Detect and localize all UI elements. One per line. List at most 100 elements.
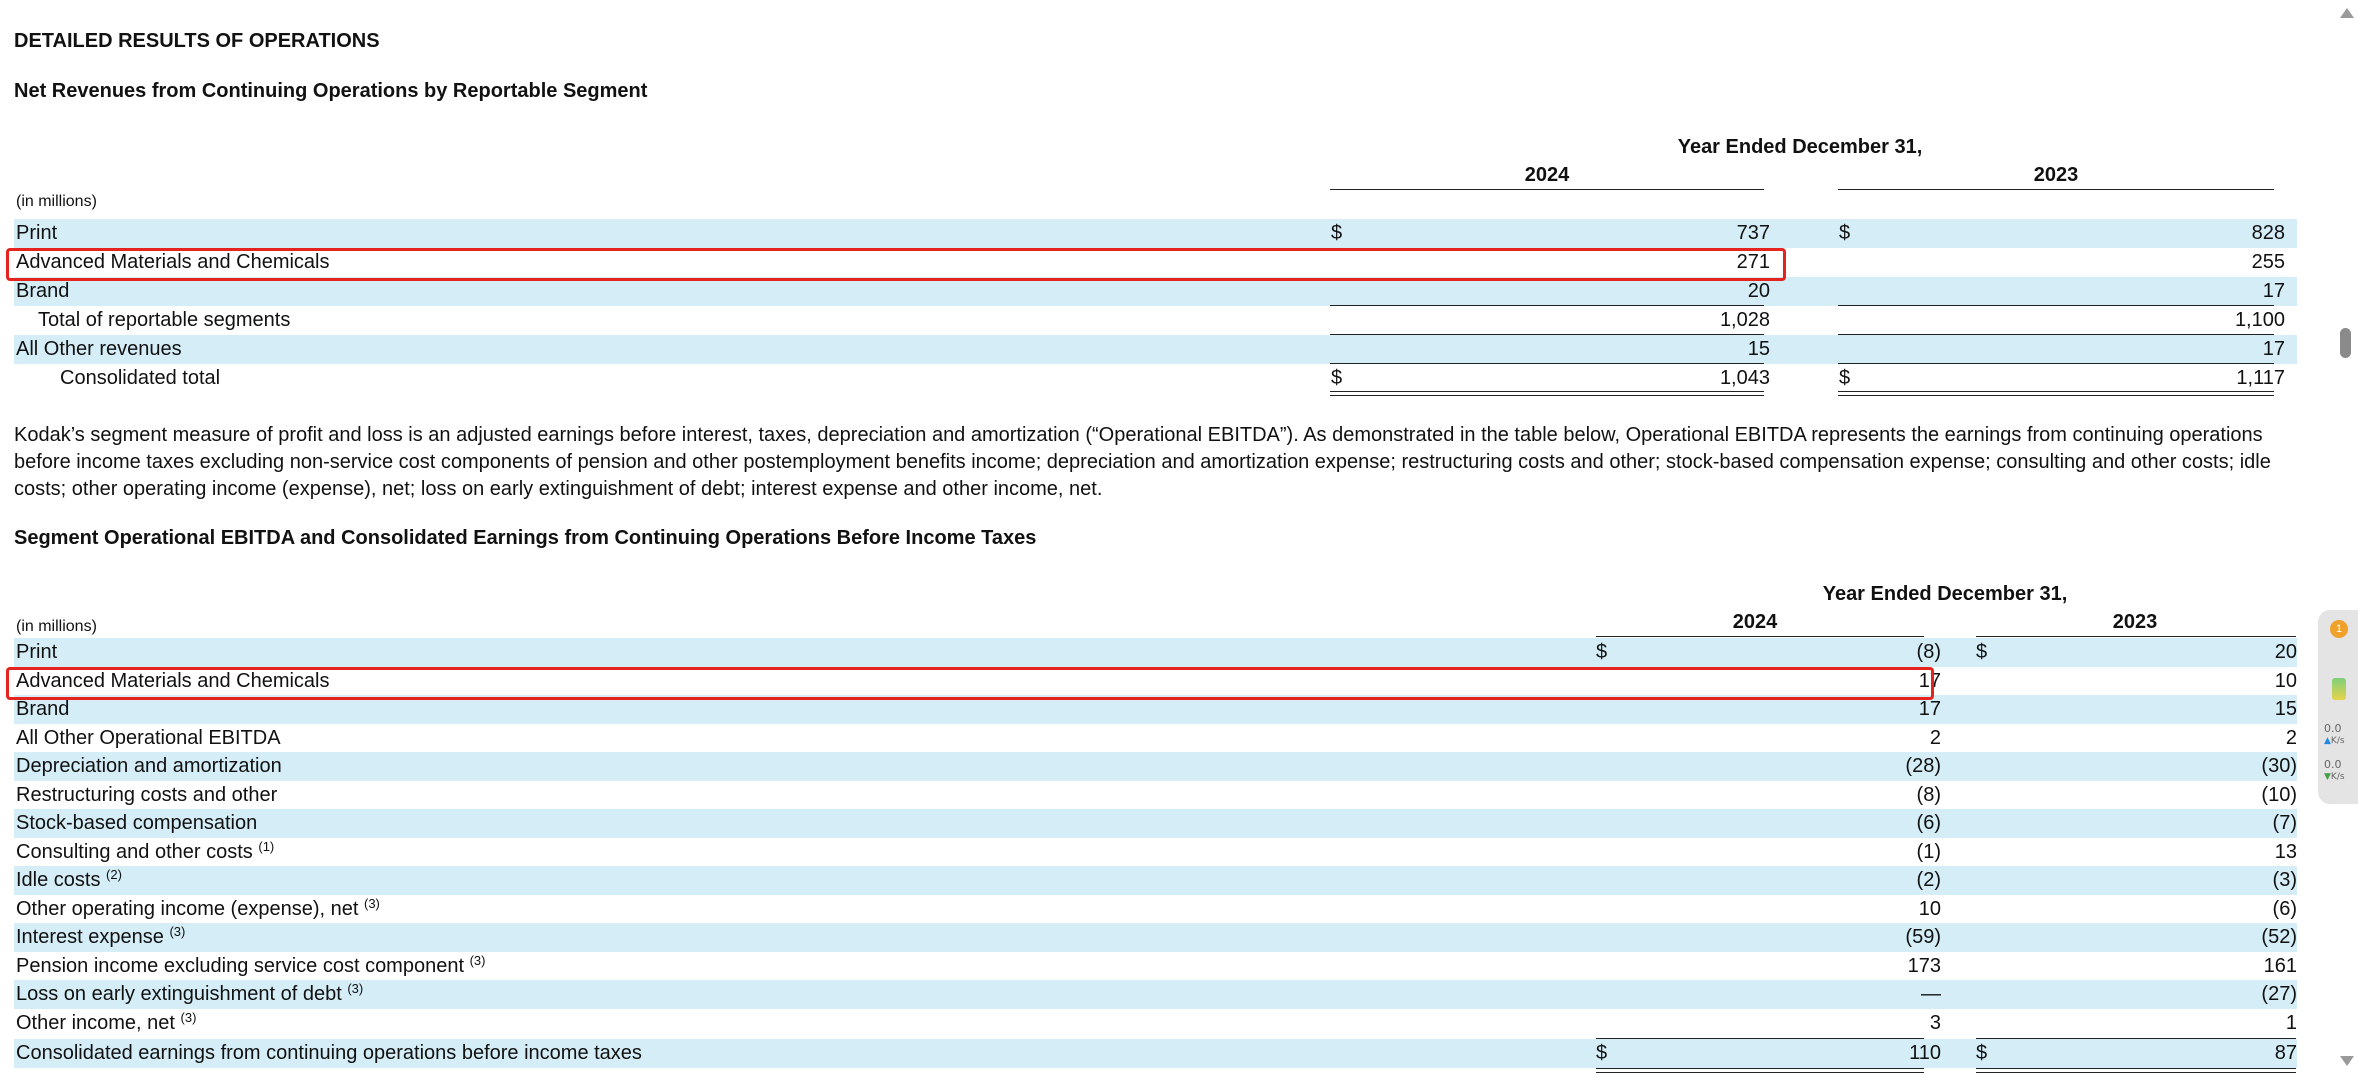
footnote-ref: (3) [469,953,486,968]
currency-symbol: $ [1839,367,1851,389]
footnote-ref: (3) [169,924,186,939]
value-2023: (6) [2272,898,2297,920]
units-label: (in millions) [16,193,97,210]
currency-symbol: $ [1596,641,1608,663]
page-title: DETAILED RESULTS OF OPERATIONS [14,30,380,52]
value-2024: (59) [1905,926,1941,948]
row-label: Consulting and other costs (1) [16,839,275,864]
value-2024: (28) [1905,755,1941,777]
download-arrow-icon: ▼ [2324,772,2331,782]
table1-year-2023: 2023 [2033,164,2079,186]
vertical-scrollbar[interactable] [2332,0,2358,1080]
row-label-text: Other operating income (expense), net [16,898,359,920]
row-label: Brand [16,698,70,720]
value-2024: 15 [1747,338,1770,360]
table-row: Interest expense (3) (59) (52) [14,923,2297,952]
table-row: Consolidated total $ 1,043 $ 1,117 [14,364,2297,393]
value-2023: 255 [2251,251,2285,273]
highlight-box [6,248,1786,281]
footnote-ref: (3) [363,896,380,911]
value-2023: 1,117 [2236,367,2285,389]
table-row: Brand 20 17 [14,277,2297,306]
value-2023: 161 [2263,955,2297,977]
value-2023: 10 [2274,670,2297,692]
value-2024: (8) [1916,641,1941,663]
upload-unit: ▲K/s [2324,736,2345,746]
currency-symbol: $ [1976,1042,1988,1064]
value-2024: 10 [1918,898,1941,920]
row-label: Brand [16,280,70,302]
highlight-box [6,667,1934,700]
value-2023: (7) [2272,812,2297,834]
value-2023: (30) [2261,755,2297,777]
scroll-up-arrow-icon[interactable] [2340,8,2354,18]
upload-speed: 0.0 [2324,722,2342,735]
currency-symbol: $ [1331,367,1343,389]
table2-year-2024: 2024 [1732,611,1778,633]
value-2023: 828 [2251,222,2285,244]
double-underline [1596,1068,1924,1073]
network-speed-widget[interactable]: 1 0.0 ▲K/s 0.0 ▼K/s [2318,610,2358,804]
row-label: Print [16,222,58,244]
row-label: Pension income excluding service cost co… [16,953,486,978]
table-row: Loss on early extinguishment of debt (3)… [14,980,2297,1009]
value-2023: 1,100 [2234,309,2285,331]
row-label-text: Interest expense [16,926,164,948]
table-row: Other operating income (expense), net (3… [14,895,2297,924]
value-2024: (1) [1916,841,1941,863]
value-2023: (27) [2261,983,2297,1005]
value-2023: 87 [2274,1042,2297,1064]
table-row: All Other revenues 15 17 [14,335,2297,364]
table2-year-2023: 2023 [2112,611,2158,633]
footnote-ref: (3) [180,1010,197,1025]
value-2023: 2 [2285,727,2297,749]
currency-symbol: $ [1331,222,1343,244]
notification-badge-icon[interactable]: 1 [2330,620,2348,638]
battery-icon [2332,678,2346,700]
value-2024: — [1921,983,1941,1005]
scrollbar-thumb[interactable] [2340,328,2351,358]
footnote-ref: (2) [106,867,122,882]
table-row: Total of reportable segments 1,028 1,100 [14,306,2297,335]
double-underline [1330,391,1764,396]
table-row: Stock-based compensation (6) (7) [14,809,2297,838]
year-underline [1596,636,1924,637]
download-unit-text: K/s [2330,772,2345,782]
row-label: Total of reportable segments [38,309,291,331]
value-2023: 15 [2274,698,2297,720]
value-2023: 17 [2262,338,2285,360]
scroll-down-arrow-icon[interactable] [2340,1056,2354,1066]
table2-title: Segment Operational EBITDA and Consolida… [14,527,1037,549]
download-unit: ▼K/s [2324,772,2345,782]
row-label: Print [16,641,58,663]
currency-symbol: $ [1976,641,1988,663]
row-label-text: Other income, net [16,1012,175,1034]
value-2024: 3 [1929,1012,1941,1034]
upload-arrow-icon: ▲ [2324,736,2331,746]
table-row: Print $ 737 $ 828 [14,219,2297,248]
value-2024: 17 [1918,698,1941,720]
row-label: Other income, net (3) [16,1010,197,1035]
footnote-ref: (3) [347,981,364,996]
table-row: Other income, net (3) 3 1 [14,1009,2297,1038]
value-2024: 173 [1907,955,1941,977]
value-2024: (6) [1916,812,1941,834]
value-2024: 1,043 [1719,367,1770,389]
value-2023: (52) [2261,926,2297,948]
table-row: Idle costs (2) (2) (3) [14,866,2297,895]
footnote-ref: (1) [258,839,275,854]
row-label: Consolidated earnings from continuing op… [16,1042,642,1064]
year-underline [1838,189,2274,190]
row-label: Other operating income (expense), net (3… [16,896,380,921]
currency-symbol: $ [1596,1042,1608,1064]
table-row: Depreciation and amortization (28) (30) [14,752,2297,781]
row-label: All Other revenues [16,338,182,360]
value-2024: 1,028 [1719,309,1770,331]
value-2024: 2 [1929,727,1941,749]
row-label: Idle costs (2) [16,867,122,892]
table-row: Consulting and other costs (1) (1) 13 [14,838,2297,867]
row-label: Depreciation and amortization [16,755,282,777]
value-2023: 1 [2285,1012,2297,1034]
year-underline [1976,636,2296,637]
value-2024: 737 [1736,222,1770,244]
